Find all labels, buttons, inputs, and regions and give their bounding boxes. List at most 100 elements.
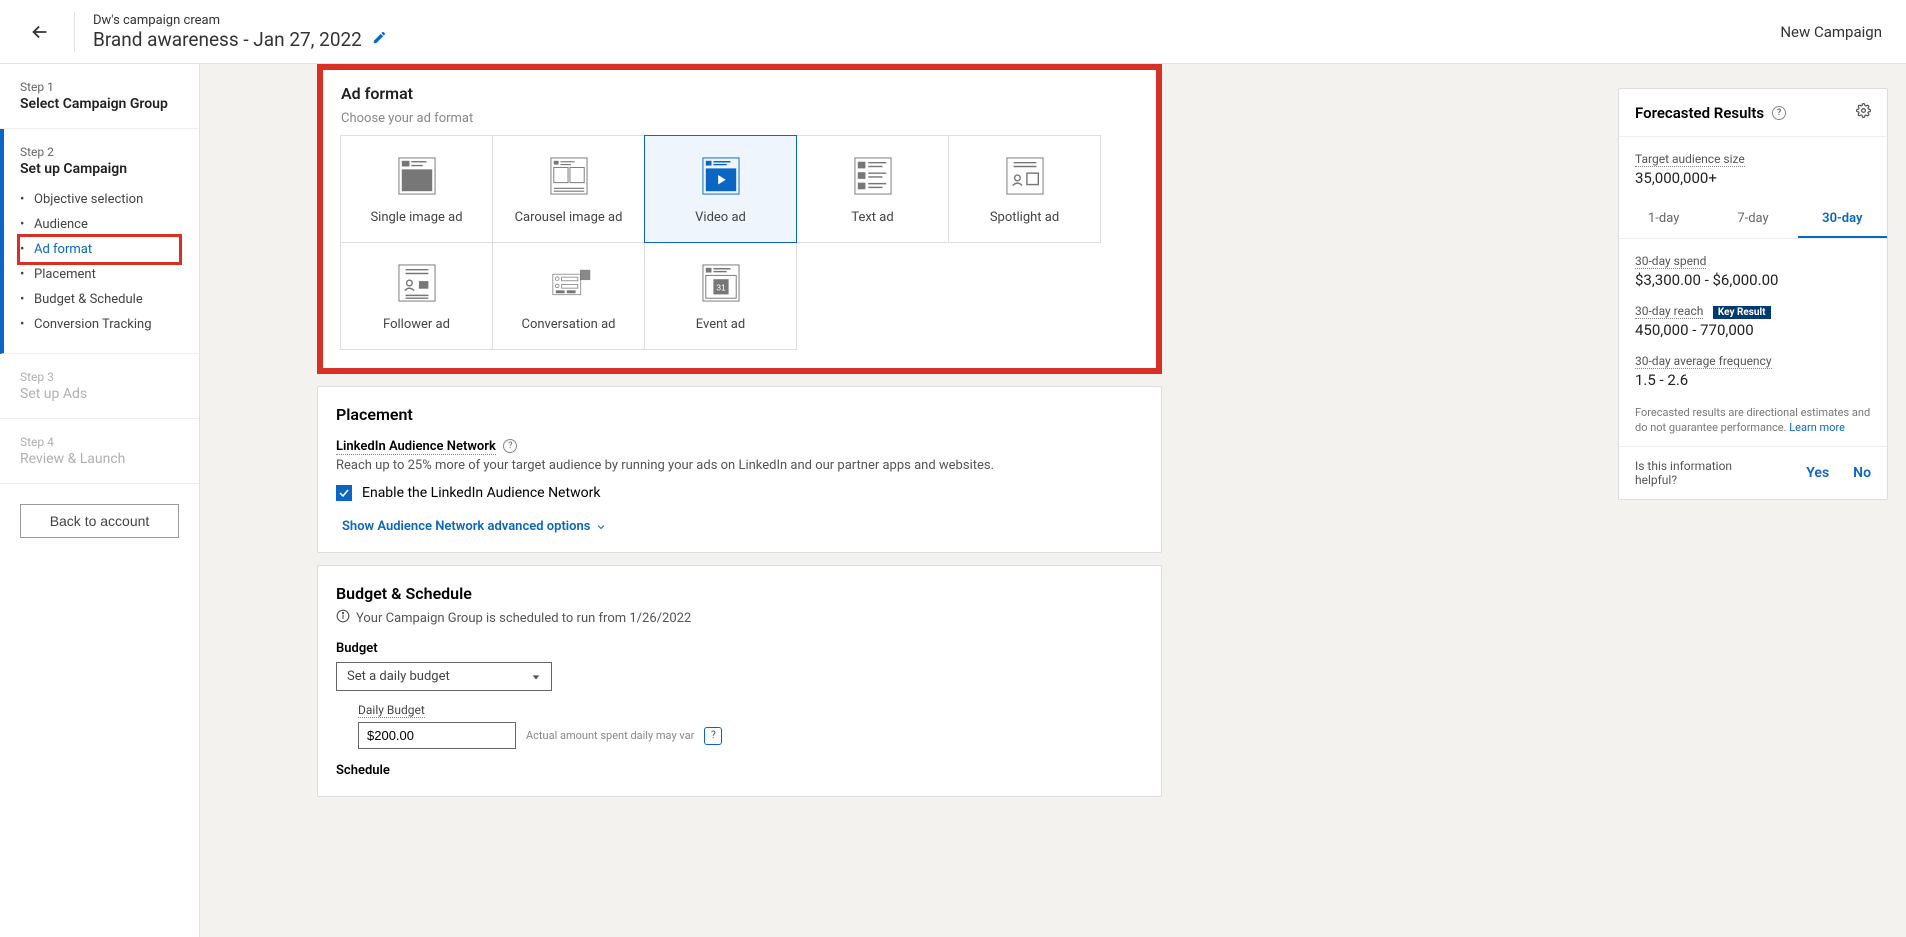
advanced-options-link[interactable]: Show Audience Network advanced options (342, 519, 607, 534)
forecast-sidebar: Forecasted Results ? Target audience siz… (1618, 64, 1906, 937)
spotlight-icon (1003, 154, 1047, 198)
step-title: Set up Campaign (20, 161, 179, 177)
substep-placement[interactable]: Placement (20, 262, 179, 287)
format-single-image[interactable]: Single image ad (340, 135, 493, 243)
gear-icon[interactable] (1856, 103, 1871, 122)
text-ad-icon (851, 154, 895, 198)
format-video[interactable]: Video ad (644, 135, 797, 243)
svg-text:31: 31 (716, 282, 726, 292)
format-conversation[interactable]: Conversation ad (492, 242, 645, 350)
dropdown-icon (531, 672, 541, 682)
format-label: Carousel image ad (515, 210, 623, 225)
help-icon[interactable]: ? (503, 439, 517, 453)
reach-label: 30-day reach (1635, 304, 1703, 319)
step-title: Review & Launch (20, 451, 179, 467)
format-follower[interactable]: Follower ad (340, 242, 493, 350)
ad-format-section: Ad format Choose your ad format Single i… (317, 64, 1162, 374)
advanced-options-label: Show Audience Network advanced options (342, 519, 591, 534)
checkbox-label: Enable the LinkedIn Audience Network (362, 485, 600, 501)
schedule-info: Your Campaign Group is scheduled to run … (356, 611, 691, 626)
key-result-badge: Key Result (1713, 306, 1771, 319)
format-event[interactable]: 31 Event ad (644, 242, 797, 350)
spend-label: 30-day spend (1635, 254, 1706, 269)
step-4[interactable]: Step 4 Review & Launch (0, 419, 199, 484)
tab-1-day[interactable]: 1-day (1619, 201, 1708, 238)
format-label: Video ad (695, 210, 746, 225)
step-label: Step 4 (20, 435, 179, 449)
budget-type-select[interactable]: Set a daily budget (336, 662, 552, 691)
frequency-label: 30-day average frequency (1635, 354, 1772, 369)
event-icon: 31 (699, 261, 743, 305)
forecast-card: Forecasted Results ? Target audience siz… (1618, 88, 1888, 500)
step-label: Step 2 (20, 145, 179, 159)
network-label: LinkedIn Audience Network (336, 439, 496, 455)
header-divider (74, 12, 75, 52)
substep-audience[interactable]: Audience (20, 212, 179, 237)
schedule-label: Schedule (336, 763, 1143, 778)
budget-label: Budget (336, 641, 1143, 656)
spend-value: $3,300.00 - $6,000.00 (1635, 271, 1871, 289)
audience-size-value: 35,000,000+ (1635, 169, 1871, 187)
back-to-account-button[interactable]: Back to account (20, 504, 179, 538)
learn-more-link[interactable]: Learn more (1789, 421, 1845, 434)
helpful-question: Is this information helpful? (1635, 459, 1755, 487)
frequency-value: 1.5 - 2.6 (1635, 371, 1871, 389)
placement-section: Placement LinkedIn Audience Network ? Re… (317, 386, 1162, 553)
daily-budget-label: Daily Budget (358, 703, 425, 718)
breadcrumb: Dw's campaign cream Brand awareness - Ja… (93, 13, 1780, 51)
forecast-note: Forecasted results are directional estim… (1635, 405, 1871, 436)
conversation-icon (547, 261, 591, 305)
format-label: Follower ad (383, 317, 450, 332)
edit-icon[interactable] (372, 30, 387, 49)
back-arrow-icon[interactable] (24, 16, 56, 48)
budget-section: Budget & Schedule Your Campaign Group is… (317, 565, 1162, 797)
substep-adformat[interactable]: Ad format (20, 237, 179, 262)
section-title: Ad format (341, 84, 1138, 103)
follower-icon (395, 261, 439, 305)
format-label: Single image ad (370, 210, 462, 225)
step-label: Step 1 (20, 80, 179, 94)
info-icon (336, 609, 350, 627)
substep-conversion[interactable]: Conversion Tracking (20, 312, 179, 337)
format-spotlight[interactable]: Spotlight ad (948, 135, 1101, 243)
help-icon[interactable]: ? (704, 727, 722, 745)
step-label: Step 3 (20, 370, 179, 384)
step-2: Step 2 Set up Campaign Objective selecti… (0, 129, 199, 354)
tab-30-day[interactable]: 30-day (1798, 201, 1887, 238)
help-icon[interactable]: ? (1772, 106, 1786, 120)
step-3[interactable]: Step 3 Set up Ads (0, 354, 199, 419)
campaign-title: Brand awareness - Jan 27, 2022 (93, 28, 362, 51)
section-title: Budget & Schedule (336, 584, 1143, 603)
chevron-down-icon (595, 521, 607, 533)
helpful-yes-button[interactable]: Yes (1806, 465, 1829, 481)
network-description: Reach up to 25% more of your target audi… (336, 458, 1143, 473)
section-title: Placement (336, 405, 1143, 424)
format-text[interactable]: Text ad (796, 135, 949, 243)
daily-budget-note: Actual amount spent daily may var (526, 729, 694, 742)
single-image-icon (395, 154, 439, 198)
step-1[interactable]: Step 1 Select Campaign Group (0, 64, 199, 129)
tab-7-day[interactable]: 7-day (1708, 201, 1797, 238)
substep-budget[interactable]: Budget & Schedule (20, 287, 179, 312)
carousel-icon (547, 154, 591, 198)
substep-objective[interactable]: Objective selection (20, 187, 179, 212)
section-subtitle: Choose your ad format (341, 111, 1138, 126)
video-icon (699, 154, 743, 198)
helpful-no-button[interactable]: No (1853, 465, 1871, 481)
step-title: Select Campaign Group (20, 96, 179, 112)
format-label: Text ad (851, 210, 893, 225)
page-mode-label: New Campaign (1780, 23, 1882, 41)
header: Dw's campaign cream Brand awareness - Ja… (0, 0, 1906, 64)
enable-network-checkbox[interactable] (336, 485, 352, 501)
budget-select-value: Set a daily budget (347, 669, 450, 684)
format-carousel-image[interactable]: Carousel image ad (492, 135, 645, 243)
sidebar: Step 1 Select Campaign Group Step 2 Set … (0, 64, 200, 937)
daily-budget-input[interactable] (358, 722, 516, 749)
format-label: Spotlight ad (990, 210, 1059, 225)
step-title: Set up Ads (20, 386, 179, 402)
main-content: Ad format Choose your ad format Single i… (200, 64, 1618, 937)
audience-size-label: Target audience size (1635, 152, 1745, 167)
reach-value: 450,000 - 770,000 (1635, 321, 1871, 339)
format-label: Event ad (696, 317, 745, 332)
forecast-title: Forecasted Results (1635, 104, 1764, 122)
